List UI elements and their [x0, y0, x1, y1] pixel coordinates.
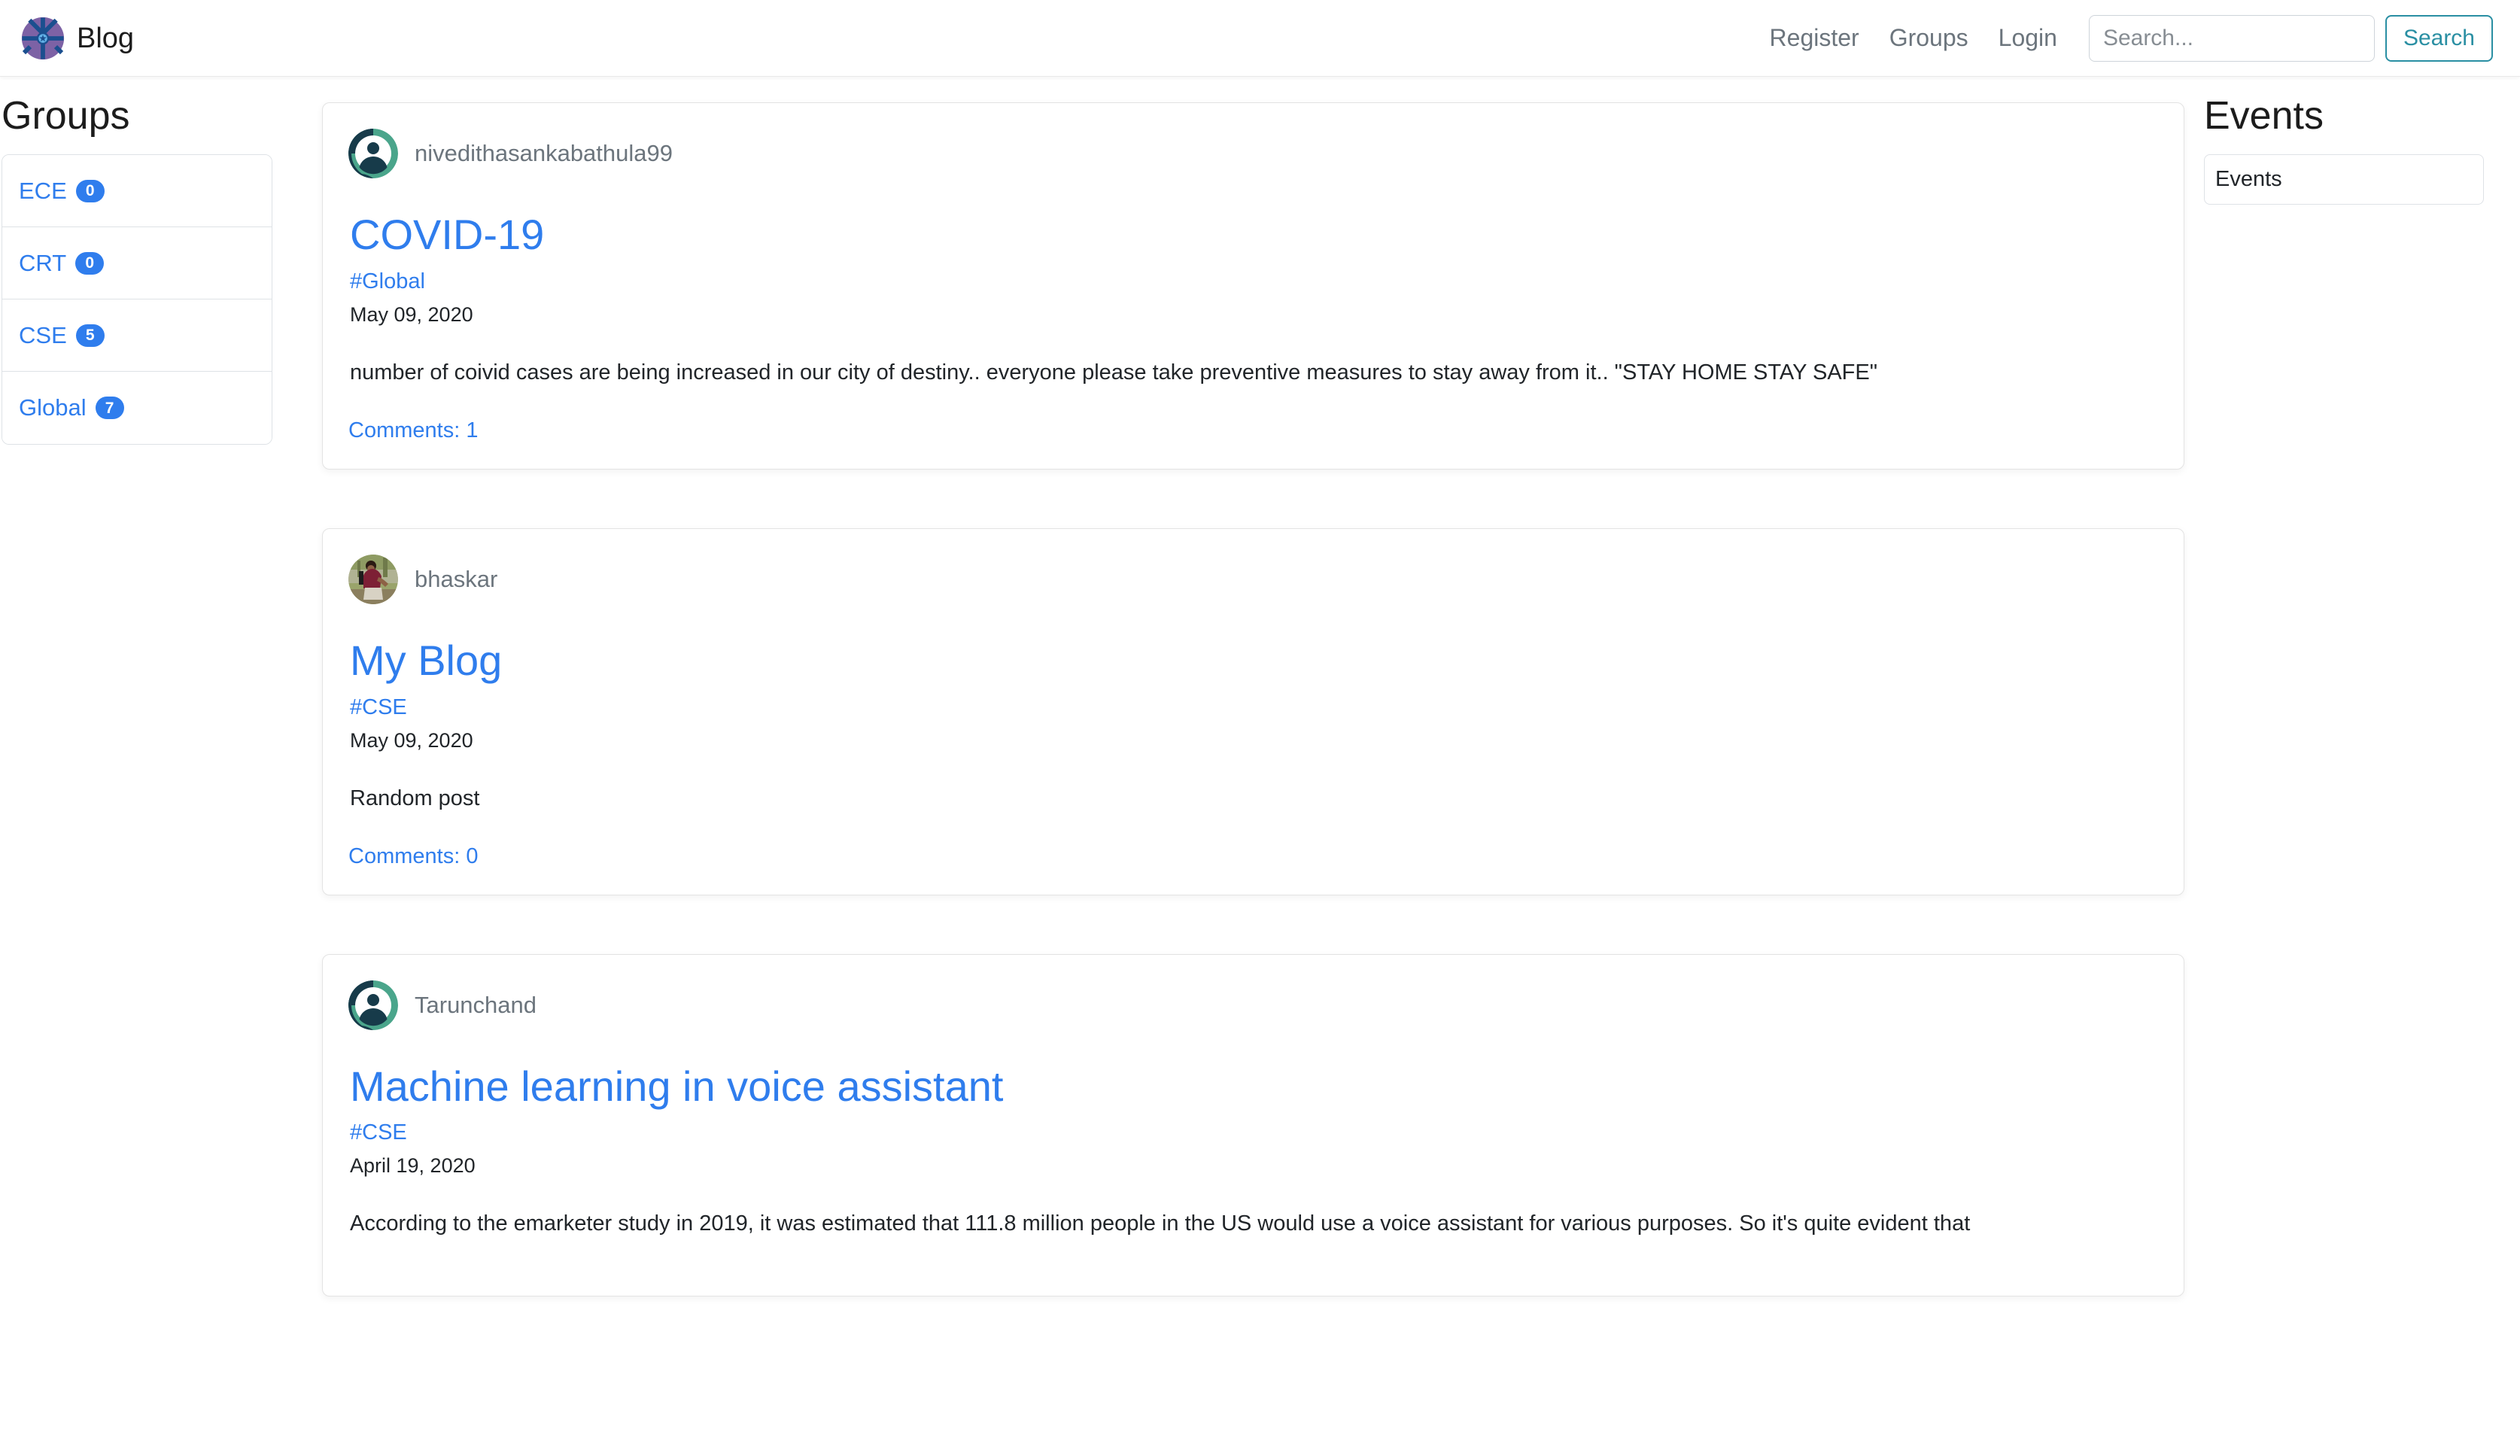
posts-list: nivedithasankabathula99 COVID-19 #Global…	[322, 77, 2184, 1296]
nav-link-register[interactable]: Register	[1755, 24, 1874, 52]
post-tag-link[interactable]: #CSE	[350, 695, 2155, 720]
brand-home-link[interactable]: Blog	[20, 15, 134, 62]
groups-list: ECE 0 CRT 0 CSE 5 Global 7	[2, 154, 272, 445]
list-item[interactable]: CSE 5	[2, 299, 272, 372]
post-body: According to the emarketer study in 2019…	[350, 1211, 1971, 1236]
sidebar-item-global[interactable]: Global 7	[19, 394, 124, 421]
list-item[interactable]: ECE 0	[2, 155, 272, 228]
sidebar-item-label: CRT	[19, 249, 67, 276]
sidebar-item-ece[interactable]: ECE 0	[19, 178, 105, 205]
post-tag-link[interactable]: #Global	[350, 269, 2155, 294]
status-badge: 0	[75, 251, 105, 275]
post-header: Tarunchand	[348, 980, 2155, 1030]
sidebar-item-crt[interactable]: CRT 0	[19, 249, 105, 277]
post-date: May 09, 2020	[350, 302, 473, 326]
top-navbar: Blog Register Groups Login Search	[0, 0, 2520, 77]
post-author-link[interactable]: nivedithasankabathula99	[415, 140, 673, 167]
post-header: bhaskar	[348, 554, 2155, 604]
post-date: May 09, 2020	[350, 728, 473, 752]
posts-feed: nivedithasankabathula99 COVID-19 #Global…	[301, 77, 2204, 1355]
post-title-link[interactable]: COVID-19	[350, 212, 544, 257]
status-badge: 0	[75, 179, 105, 202]
post-card: bhaskar My Blog #CSE May 09, 2020 Random…	[322, 527, 2184, 895]
groups-sidebar: Groups ECE 0 CRT 0 CSE 5 Global 7	[0, 77, 301, 445]
post-title-link[interactable]: Machine learning in voice assistant	[350, 1064, 1003, 1109]
sidebar-item-label: Global	[19, 394, 87, 421]
post-title-link[interactable]: My Blog	[350, 638, 502, 683]
default-person-avatar-icon	[348, 980, 398, 1030]
post-comments-link[interactable]: Comments: 0	[348, 844, 478, 869]
search-button[interactable]: Search	[2385, 14, 2493, 62]
list-item[interactable]: Global 7	[2, 372, 272, 445]
post-card: nivedithasankabathula99 COVID-19 #Global…	[322, 102, 2184, 470]
events-sidebar: Events Events	[2204, 77, 2520, 205]
status-badge: 7	[95, 397, 124, 420]
nav-link-groups[interactable]: Groups	[1874, 24, 1983, 52]
post-author-link[interactable]: bhaskar	[415, 566, 497, 593]
groups-heading: Groups	[2, 94, 130, 138]
status-badge: 5	[75, 324, 105, 347]
nav-link-login[interactable]: Login	[1983, 24, 2072, 52]
page-body: Groups ECE 0 CRT 0 CSE 5 Global 7 nivedi…	[0, 77, 2520, 1355]
navbar-right-section: Register Groups Login Search	[1755, 14, 2493, 62]
post-author-link[interactable]: Tarunchand	[415, 992, 537, 1019]
list-item[interactable]: CRT 0	[2, 227, 272, 300]
search-input[interactable]	[2088, 14, 2375, 62]
brand-title: Blog	[77, 22, 135, 54]
post-body: number of coivid cases are being increas…	[350, 360, 1878, 385]
post-date: April 19, 2020	[350, 1154, 476, 1178]
photo-avatar	[348, 554, 398, 604]
sidebar-item-label: ECE	[19, 177, 67, 204]
events-heading: Events	[2204, 94, 2324, 138]
sidebar-item-cse[interactable]: CSE 5	[19, 322, 105, 349]
post-tag-link[interactable]: #CSE	[350, 1120, 2155, 1145]
post-header: nivedithasankabathula99	[348, 129, 2155, 178]
blog-wheel-logo-icon	[20, 15, 66, 62]
post-body: Random post	[350, 786, 480, 810]
post-card: Tarunchand Machine learning in voice ass…	[322, 953, 2184, 1296]
sidebar-item-label: CSE	[19, 321, 67, 348]
events-list-item[interactable]: Events	[2204, 154, 2484, 205]
search-form: Search	[2088, 14, 2493, 62]
default-person-avatar-icon	[348, 129, 398, 178]
post-comments-link[interactable]: Comments: 1	[348, 418, 478, 443]
